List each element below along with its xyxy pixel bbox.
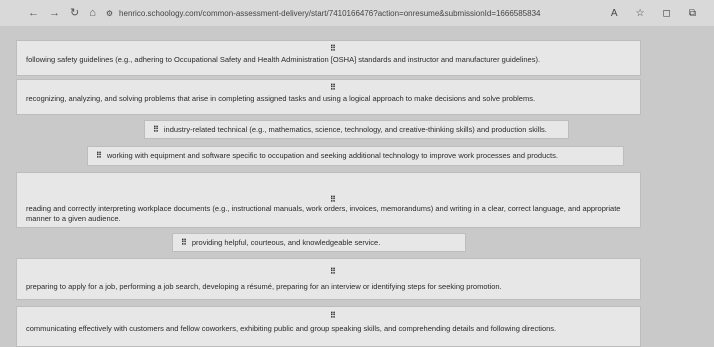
answer-card[interactable]: ⠿ providing helpful, courteous, and know… xyxy=(172,233,466,252)
drag-handle[interactable]: ⠿ xyxy=(96,151,102,161)
answer-text: providing helpful, courteous, and knowle… xyxy=(191,237,381,247)
address-bar[interactable]: ⚙ henrico.schoology.com/common-assessmen… xyxy=(106,5,576,21)
favorite-icon[interactable]: ☆ xyxy=(636,8,645,19)
answer-card[interactable]: ⠿ reading and correctly interpreting wor… xyxy=(16,172,641,228)
browser-nav: ← → ↻ ⌂ xyxy=(0,7,96,19)
drag-handle[interactable]: ⠿ xyxy=(181,238,187,248)
answer-text: reading and correctly interpreting workp… xyxy=(26,204,621,223)
site-settings-icon[interactable]: ⚙ xyxy=(106,9,113,18)
answer-text: recognizing, analyzing, and solving prob… xyxy=(26,94,536,103)
answer-card[interactable]: ⠿ preparing to apply for a job, performi… xyxy=(16,258,641,300)
answer-card[interactable]: ⠿ industry-related technical (e.g., math… xyxy=(144,120,569,139)
collections-icon[interactable]: ⧉ xyxy=(689,8,696,19)
reload-icon[interactable]: ↻ xyxy=(70,7,79,19)
read-aloud-icon[interactable]: A xyxy=(611,8,618,19)
extensions-icon[interactable]: ◻ xyxy=(663,8,671,19)
answer-text: industry-related technical (e.g., mathem… xyxy=(163,124,547,134)
answer-text: communicating effectively with customers… xyxy=(26,324,557,333)
drag-handle[interactable]: ⠿ xyxy=(153,125,159,135)
answer-card[interactable]: ⠿ communicating effectively with custome… xyxy=(16,306,641,347)
url-text: henrico.schoology.com/common-assessment-… xyxy=(119,8,541,18)
drag-handle[interactable]: ⠿ xyxy=(330,267,336,277)
answer-text: preparing to apply for a job, performing… xyxy=(26,282,502,291)
browser-toolbar: ← → ↻ ⌂ ⚙ henrico.schoology.com/common-a… xyxy=(0,0,714,26)
answer-card[interactable]: ⠿ working with equipment and software sp… xyxy=(87,146,624,166)
answer-text: working with equipment and software spec… xyxy=(106,151,558,160)
back-icon[interactable]: ← xyxy=(28,7,39,19)
browser-tools: A ☆ ◻ ⧉ xyxy=(611,8,714,19)
drag-handle[interactable]: ⠿ xyxy=(330,311,336,321)
answer-text: following safety guidelines (e.g., adher… xyxy=(26,55,541,64)
drag-handle[interactable]: ⠿ xyxy=(330,44,336,54)
home-icon[interactable]: ⌂ xyxy=(89,7,96,19)
assessment-page: ⠿ following safety guidelines (e.g., adh… xyxy=(0,26,714,347)
forward-icon[interactable]: → xyxy=(49,7,60,19)
answer-card[interactable]: ⠿ recognizing, analyzing, and solving pr… xyxy=(16,79,641,115)
answer-card[interactable]: ⠿ following safety guidelines (e.g., adh… xyxy=(16,40,641,76)
drag-handle[interactable]: ⠿ xyxy=(330,83,336,93)
